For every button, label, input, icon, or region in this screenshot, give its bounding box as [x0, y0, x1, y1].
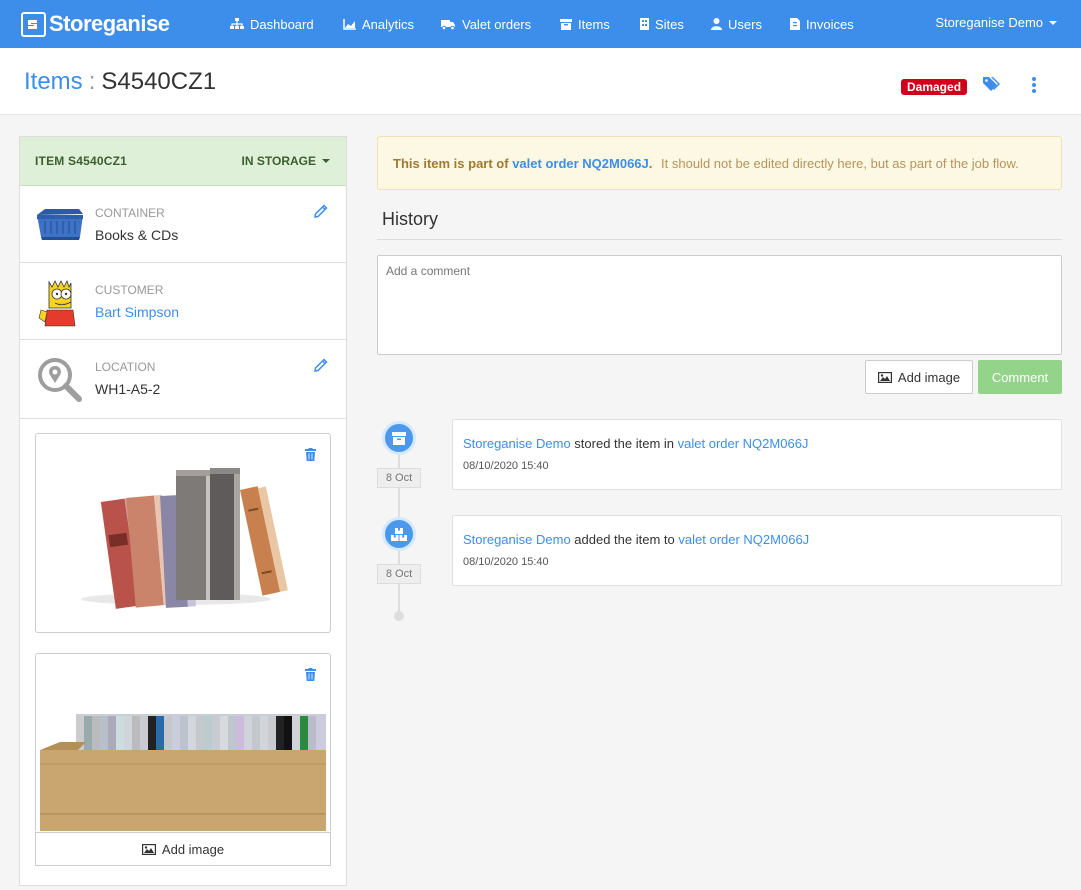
item-image-cds[interactable] — [35, 653, 331, 831]
add-image-button[interactable]: Add image — [35, 832, 331, 866]
edit-location-pencil-icon[interactable] — [314, 358, 328, 375]
nav-dashboard-label: Dashboard — [250, 16, 314, 32]
chevron-down-icon — [322, 159, 330, 163]
event-action: added the item to — [574, 532, 675, 547]
breadcrumb-items[interactable]: Items — [24, 68, 83, 95]
nav-items-label: Items — [578, 16, 610, 32]
nav-sites[interactable]: Sites — [640, 15, 684, 33]
divider — [377, 239, 1062, 240]
cds-box-photo — [36, 654, 330, 831]
nav-valet-orders-label: Valet orders — [462, 16, 532, 32]
account-name: Storeganise Demo — [935, 15, 1043, 30]
tags-icon[interactable] — [983, 76, 1001, 95]
image-icon — [877, 371, 892, 383]
item-details-panel: ITEM S4540CZ1 IN STORAGE CONTAINER Books… — [19, 136, 347, 886]
container-label: CONTAINER — [95, 206, 165, 220]
page-title: Items: S4540CZ1 — [24, 68, 216, 96]
event-target-link[interactable]: valet order NQ2M066J — [678, 532, 809, 547]
brand-name: Storeganise — [49, 11, 170, 36]
status-label: IN STORAGE — [241, 154, 316, 168]
nav-dashboard[interactable]: Dashboard — [230, 15, 314, 33]
nav-invoices-label: Invoices — [806, 16, 854, 32]
alert-prefix: This item is part of — [393, 156, 509, 171]
event-timestamp: 08/10/2020 15:40 — [463, 556, 549, 568]
account-menu[interactable]: Storeganise Demo — [935, 15, 1057, 30]
area-chart-icon — [343, 18, 356, 30]
location-value: WH1-A5-2 — [95, 381, 161, 397]
archive-box-icon — [560, 18, 572, 30]
nav-items[interactable]: Items — [560, 15, 610, 33]
container-row: CONTAINER Books & CDs — [20, 186, 346, 263]
event-target-link[interactable]: valet order NQ2M066J — [678, 436, 809, 451]
item-image-books[interactable] — [35, 433, 331, 633]
top-navbar: Storeganise Dashboard Analytics Valet or… — [0, 0, 1081, 48]
event-action: stored the item in — [574, 436, 675, 451]
item-header: ITEM S4540CZ1 IN STORAGE — [20, 137, 346, 186]
customer-avatar — [35, 278, 85, 328]
customer-link[interactable]: Bart Simpson — [95, 304, 179, 320]
edit-container-pencil-icon[interactable] — [314, 204, 328, 221]
more-options-icon[interactable] — [1028, 76, 1040, 94]
brand-logo[interactable]: Storeganise — [21, 10, 170, 38]
valet-order-warning: This item is part of valet order NQ2M066… — [377, 136, 1062, 190]
add-image-label: Add image — [161, 841, 225, 857]
damaged-badge: Damaged — [901, 79, 968, 95]
alert-note: It should not be edited directly here, b… — [661, 156, 1019, 171]
item-id-label: ITEM S4540CZ1 — [35, 154, 127, 168]
location-label: LOCATION — [95, 360, 156, 374]
nav-users-label: Users — [728, 16, 762, 32]
sitemap-icon — [230, 18, 244, 30]
customer-label: CUSTOMER — [95, 283, 164, 297]
history-heading: History — [382, 209, 439, 229]
item-title: S4540CZ1 — [101, 68, 217, 95]
nav-invoices[interactable]: Invoices — [790, 15, 854, 33]
event-text: Storeganise Demo stored the item in vale… — [463, 436, 808, 451]
timeline-end-dot — [394, 611, 404, 621]
user-icon — [711, 18, 722, 30]
event-timestamp: 08/10/2020 15:40 — [463, 460, 549, 472]
storeganise-logo-icon — [21, 11, 46, 37]
add-image-label: Add image — [897, 369, 961, 385]
container-value: Books & CDs — [95, 227, 179, 243]
customer-row: CUSTOMER Bart Simpson — [20, 263, 346, 340]
container-box-icon — [35, 201, 85, 251]
valet-order-link[interactable]: valet order NQ2M066J — [512, 156, 649, 171]
nav-valet-orders[interactable]: Valet orders — [441, 15, 531, 33]
archive-box-icon — [382, 421, 416, 455]
boxes-icon — [382, 517, 416, 551]
page-header: Items: S4540CZ1 Damaged — [0, 48, 1081, 115]
chevron-down-icon — [1049, 20, 1057, 25]
event-date-badge: 8 Oct — [377, 468, 421, 488]
history-event: Storeganise Demo added the item to valet… — [452, 515, 1062, 586]
history-event: Storeganise Demo stored the item in vale… — [452, 419, 1062, 490]
event-actor-link[interactable]: Storeganise Demo — [463, 436, 571, 451]
event-actor-link[interactable]: Storeganise Demo — [463, 532, 571, 547]
invoice-icon — [790, 18, 800, 30]
add-image-button[interactable]: Add image — [865, 360, 973, 394]
search-location-icon — [35, 355, 85, 405]
status-dropdown[interactable]: IN STORAGE — [242, 154, 330, 168]
nav-users[interactable]: Users — [711, 15, 762, 33]
event-date-badge: 8 Oct — [377, 564, 421, 584]
nav-analytics-label: Analytics — [362, 16, 415, 32]
event-text: Storeganise Demo added the item to valet… — [463, 532, 809, 547]
comment-button[interactable]: Comment — [978, 360, 1062, 394]
comment-input[interactable] — [377, 255, 1062, 355]
alert-suffix: . — [648, 156, 653, 171]
delete-image-trash-icon[interactable] — [305, 668, 316, 684]
truck-icon — [441, 19, 456, 30]
breadcrumb-separator: : — [88, 68, 96, 95]
location-row: LOCATION WH1-A5-2 — [20, 340, 346, 419]
nav-analytics[interactable]: Analytics — [343, 15, 414, 33]
image-icon — [141, 843, 156, 855]
nav-sites-label: Sites — [655, 16, 684, 32]
books-photo — [81, 468, 288, 609]
building-icon — [640, 18, 649, 30]
delete-image-trash-icon[interactable] — [305, 448, 316, 464]
